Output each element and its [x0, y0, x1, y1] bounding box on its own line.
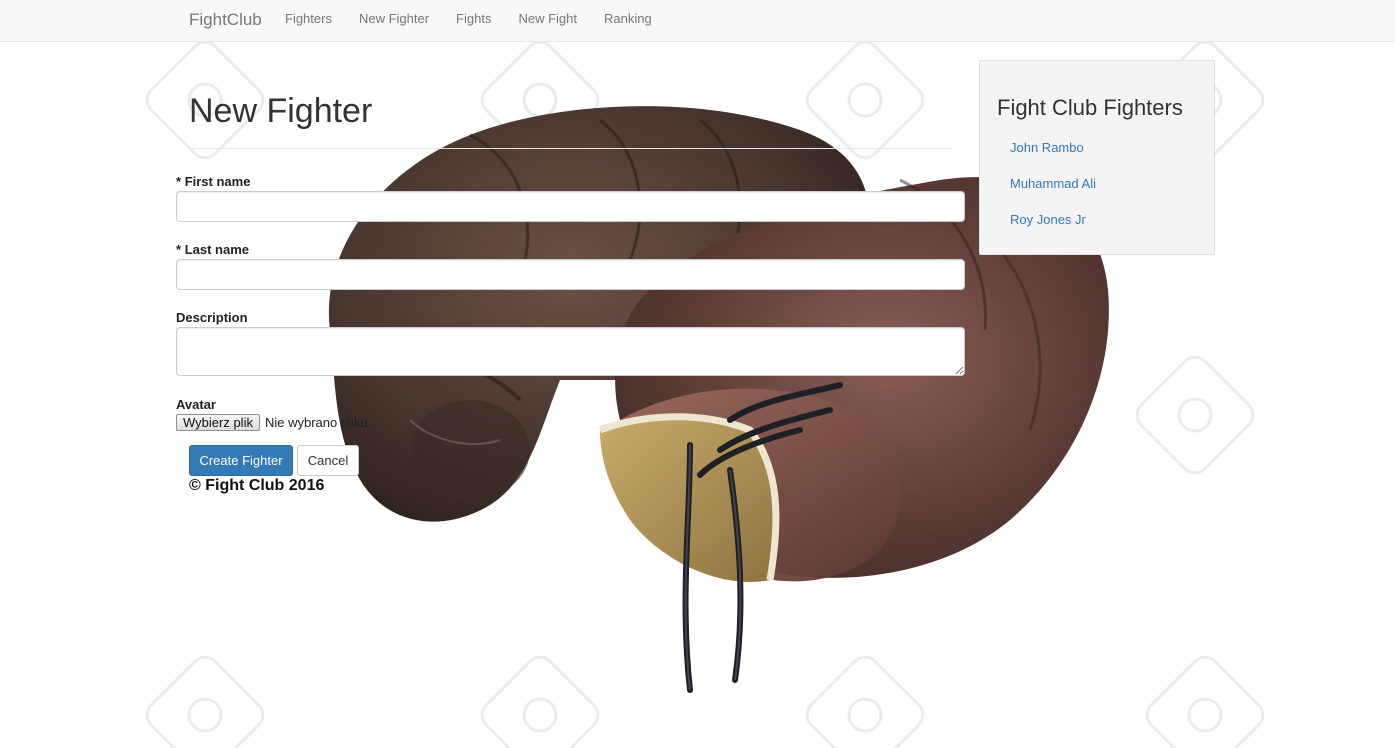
- last-name-label: * Last name: [176, 242, 249, 257]
- last-name-label-text: Last name: [184, 242, 249, 257]
- fighters-sidebar: Fight Club Fighters John Rambo Muhammad …: [979, 60, 1215, 255]
- nav-link-fights[interactable]: Fights: [456, 11, 491, 27]
- nav-link-fighters[interactable]: Fighters: [285, 11, 332, 27]
- sidebar-title: Fight Club Fighters: [997, 95, 1183, 120]
- first-name-input[interactable]: [176, 191, 965, 222]
- sidebar-fighter-link[interactable]: Muhammad Ali: [1010, 176, 1096, 191]
- file-status-text: Nie wybrano pliku: [264, 415, 368, 430]
- nav-link-new-fighter[interactable]: New Fighter: [359, 11, 429, 27]
- last-name-input[interactable]: [176, 259, 965, 290]
- sidebar-fighter-link[interactable]: John Rambo: [1010, 140, 1084, 155]
- title-divider: [189, 148, 951, 149]
- required-mark: *: [176, 242, 182, 257]
- first-name-label-text: First name: [184, 174, 251, 189]
- sidebar-fighter-link[interactable]: Roy Jones Jr: [1010, 212, 1086, 227]
- required-mark: *: [176, 174, 182, 189]
- description-label: Description: [176, 310, 248, 325]
- cancel-button[interactable]: Cancel: [297, 445, 359, 476]
- nav-link-ranking[interactable]: Ranking: [604, 11, 652, 27]
- navbar: FightClub Fighters New Fighter Fights Ne…: [0, 0, 1395, 42]
- description-textarea[interactable]: [176, 327, 965, 376]
- footer-copyright: © Fight Club 2016: [189, 477, 325, 494]
- nav-link-new-fight[interactable]: New Fight: [518, 11, 577, 27]
- avatar-label: Avatar: [176, 397, 216, 412]
- nav-links: Fighters New Fighter Fights New Fight Ra…: [285, 11, 652, 27]
- page-title: New Fighter: [189, 92, 373, 130]
- create-fighter-button[interactable]: Create Fighter: [189, 445, 293, 476]
- first-name-label: * First name: [176, 174, 250, 189]
- avatar-file-input: Wybierz plik Nie wybrano pliku: [176, 414, 368, 431]
- choose-file-button[interactable]: Wybierz plik: [176, 414, 260, 431]
- navbar-brand[interactable]: FightClub: [189, 10, 262, 30]
